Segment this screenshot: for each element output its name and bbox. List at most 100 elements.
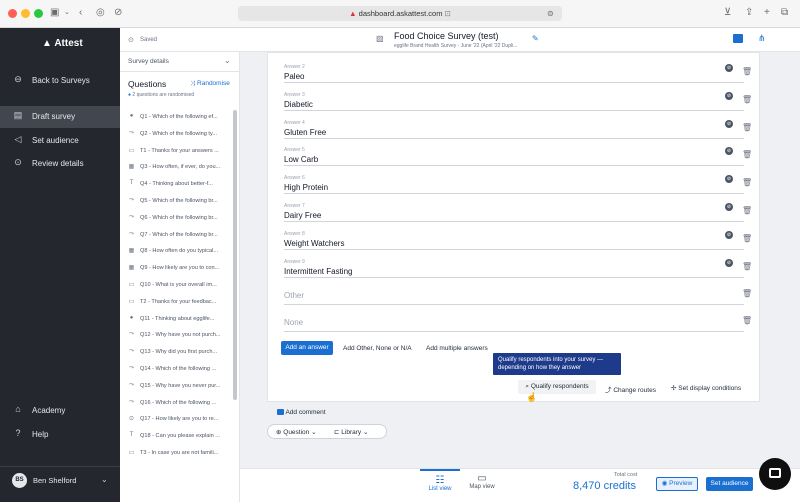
tabs-overview-icon[interactable]: ⧉	[781, 6, 788, 20]
answer-none[interactable]: None 🗑	[284, 310, 752, 332]
image-icon[interactable]: ▨	[376, 34, 384, 43]
trash-icon[interactable]: 🗑	[742, 206, 752, 215]
answer-row[interactable]: Answer 4 Gluten Free ⊘ 🗑	[284, 117, 752, 139]
trash-icon[interactable]: 🗑	[742, 178, 752, 187]
new-tab-icon[interactable]: +	[764, 6, 770, 20]
answer-row[interactable]: Answer 8 Weight Watchers ⊘ 🗑	[284, 228, 752, 250]
trash-icon[interactable]: 🗑	[742, 289, 752, 298]
question-list-item[interactable]: T Q4 - Thinking about better-f...	[120, 176, 233, 192]
page-settings-icon[interactable]: ⊜	[547, 7, 554, 21]
sidebar-item-draft-survey[interactable]: ▤ Draft survey	[0, 106, 120, 128]
preview-button[interactable]: ◉ Preview	[656, 477, 698, 491]
answer-row[interactable]: Answer 6 High Protein ⊘ 🗑	[284, 172, 752, 195]
edit-pencil-icon[interactable]: ✎	[532, 34, 539, 43]
question-list-item[interactable]: ▦ Q3 - How often, if ever, do you...	[120, 159, 233, 175]
screening-icon[interactable]: ⊘	[725, 258, 733, 267]
download-icon[interactable]: ⊻	[724, 6, 731, 20]
screening-icon[interactable]: ⊘	[725, 64, 733, 72]
question-list-item[interactable]: ● Q1 - Which of the following ef...	[120, 109, 233, 125]
screening-icon[interactable]: ⊘	[725, 175, 733, 184]
trash-icon[interactable]: 🗑	[742, 95, 752, 104]
screening-icon[interactable]: ⊘	[725, 230, 733, 239]
sidebar-toggle-icon[interactable]: ▣	[50, 6, 59, 20]
question-list-item[interactable]: T Q18 - Can you please explain ...	[120, 428, 233, 444]
answer-value[interactable]: Gluten Free	[284, 128, 326, 137]
screening-icon[interactable]: ⊘	[725, 147, 733, 156]
list-view-tab[interactable]: ☷ List view	[420, 469, 460, 502]
answer-value[interactable]: Weight Watchers	[284, 239, 344, 248]
questions-scrollbar[interactable]	[233, 110, 237, 400]
answer-row[interactable]: Answer 7 Dairy Free ⊘ 🗑	[284, 200, 752, 222]
trash-icon[interactable]: 🗑	[742, 67, 752, 76]
trash-icon[interactable]: 🗑	[742, 262, 752, 271]
add-question-button[interactable]: ⊕ Question ⌄	[276, 428, 317, 436]
share-icon[interactable]: ⇪	[745, 6, 753, 20]
answer-row[interactable]: Answer 5 Low Carb ⊘ 🗑	[284, 144, 752, 167]
trash-icon[interactable]: 🗑	[742, 316, 752, 325]
question-list-item[interactable]: ⤳ Q13 - Why did you first purch...	[120, 344, 233, 360]
zoom-window-button[interactable]	[34, 9, 43, 18]
answer-value[interactable]: Low Carb	[284, 155, 318, 164]
question-list-item[interactable]: ⊙ Q17 - How likely are you to re...	[120, 411, 233, 427]
answer-value[interactable]: Dairy Free	[284, 211, 321, 220]
answer-value[interactable]: Paleo	[284, 72, 304, 81]
sidebar-item-review-details[interactable]: ⊙ Review details	[0, 153, 120, 175]
question-list-item[interactable]: ⤳ Q5 - Which of the following br...	[120, 193, 233, 209]
randomise-button[interactable]: ⤨ Randomise	[190, 80, 230, 88]
sidebar-item-academy[interactable]: ⌂ Academy	[0, 400, 120, 422]
trash-icon[interactable]: 🗑	[742, 234, 752, 243]
chat-support-button[interactable]	[759, 458, 791, 490]
question-list-item[interactable]: ● Q11 - Thinking about egglife...	[120, 311, 233, 327]
question-list-item[interactable]: ▭ T3 - In case you are not famili...	[120, 445, 233, 461]
sidebar-item-back[interactable]: ⊖ Back to Surveys	[0, 70, 120, 92]
question-list-item[interactable]: ⤳ Q6 - Which of the following br...	[120, 210, 233, 226]
survey-details-toggle[interactable]: Survey details ⌄	[120, 52, 239, 72]
set-audience-button[interactable]: Set audience	[706, 477, 753, 491]
chevron-down-icon[interactable]: ⌄	[64, 6, 70, 20]
user-menu[interactable]: BS Ben Shelford ⌄	[0, 466, 120, 492]
comments-icon[interactable]	[733, 34, 743, 43]
minimize-window-button[interactable]	[21, 9, 30, 18]
question-list-item[interactable]: ⤳ Q12 - Why have you not purch...	[120, 327, 233, 343]
sidebar-item-help[interactable]: ? Help	[0, 424, 120, 446]
question-list-item[interactable]: ▦ Q8 - How often do you typical...	[120, 243, 233, 259]
extension-icon[interactable]: ◎	[96, 6, 105, 20]
survey-title[interactable]: Food Choice Survey (test)	[394, 31, 499, 41]
question-list-item[interactable]: ▭ T1 - Thanks for your answers ...	[120, 143, 233, 159]
trash-icon[interactable]: 🗑	[742, 150, 752, 159]
question-list-item[interactable]: ⤳ Q7 - Which of the following br...	[120, 227, 233, 243]
add-answer-button[interactable]: Add an answer	[281, 341, 333, 355]
add-other-button[interactable]: Add Other, None or N/A	[343, 345, 412, 352]
trash-icon[interactable]: 🗑	[742, 123, 752, 132]
library-button[interactable]: ⊏ Library ⌄	[334, 428, 368, 436]
question-list-item[interactable]: ⤳ Q16 - Which of the following ...	[120, 395, 233, 411]
answer-value[interactable]: Diabetic	[284, 100, 313, 109]
answer-row[interactable]: Answer 2 Paleo ⊘ 🗑	[284, 61, 752, 83]
question-list-item[interactable]: ▦ Q9 - How likely are you to con...	[120, 260, 233, 276]
question-list-item[interactable]: ⤳ Q15 - Why have you never pur...	[120, 378, 233, 394]
answer-row[interactable]: Answer 9 Intermittent Fasting ⊘ 🗑	[284, 256, 752, 278]
add-comment-button[interactable]: Add comment	[277, 409, 326, 416]
screening-icon[interactable]: ⊘	[725, 91, 733, 100]
attest-logo[interactable]: ▲ Attest	[42, 38, 83, 49]
back-icon[interactable]: ‹	[79, 6, 82, 20]
change-routes-button[interactable]: ⤴ Change routes	[605, 384, 656, 394]
close-window-button[interactable]	[8, 9, 17, 18]
answer-value[interactable]: High Protein	[284, 183, 328, 192]
display-conditions-button[interactable]: ✢ Set display conditions	[671, 384, 741, 392]
address-bar[interactable]: ▲ dashboard.askattest.com ⊡	[238, 6, 562, 21]
question-list-item[interactable]: ▭ Q10 - What is your overall im...	[120, 277, 233, 293]
privacy-icon[interactable]: ⊘	[114, 6, 122, 20]
add-multiple-answers-button[interactable]: Add multiple answers	[426, 345, 488, 352]
map-view-tab[interactable]: ▭ Map view	[462, 469, 502, 502]
screening-icon[interactable]: ⊘	[725, 203, 733, 211]
sidebar-item-set-audience[interactable]: ◁ Set audience	[0, 130, 120, 152]
answer-row[interactable]: Answer 3 Diabetic ⊘ 🗑	[284, 89, 752, 111]
answer-value[interactable]: Intermittent Fasting	[284, 267, 352, 276]
answer-other[interactable]: Other 🗑	[284, 283, 752, 305]
question-list-item[interactable]: ▭ T2 - Thanks for your feedbac...	[120, 294, 233, 310]
question-list-item[interactable]: ⤳ Q14 - Which of the following ...	[120, 361, 233, 377]
question-list-item[interactable]: ⤳ Q2 - Which of the following ty...	[120, 126, 233, 142]
share-network-icon[interactable]: ⋔	[758, 33, 766, 44]
screening-icon[interactable]: ⊘	[725, 119, 733, 128]
